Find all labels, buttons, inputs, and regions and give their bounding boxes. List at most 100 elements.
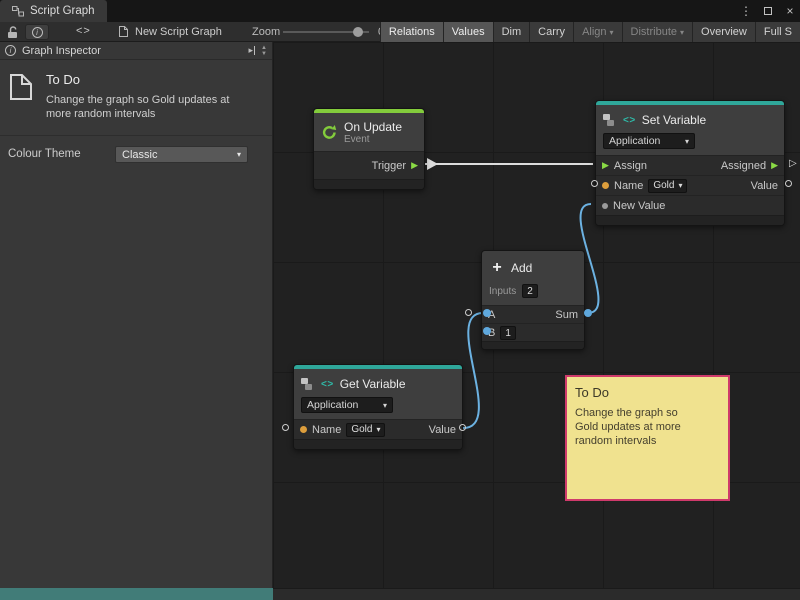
distribute-button[interactable]: Distribute▾ [622, 22, 692, 42]
distribute-label: Distribute [631, 26, 677, 38]
variable-scope-dropdown[interactable]: Application ▾ [301, 397, 393, 413]
dropdown-arrow-icon: ▾ [680, 28, 684, 37]
name-input-port[interactable] [300, 426, 307, 433]
lock-icon[interactable] [7, 26, 19, 39]
variables-icon [603, 114, 617, 127]
node-on-update[interactable]: On Update Event Trigger ▶ [313, 108, 425, 190]
variable-scope-value: Application [307, 399, 358, 411]
name-input-port[interactable] [602, 182, 609, 189]
todo-summary: To Do Change the graph so Gold updates a… [0, 60, 272, 129]
add-b-input-port[interactable] [483, 327, 491, 335]
dropdown-arrow-icon: ▾ [678, 181, 682, 190]
variable-name-dropdown[interactable]: Gold ▾ [346, 423, 385, 437]
tab-script-graph[interactable]: Script Graph [0, 0, 107, 22]
bottom-bar [0, 588, 800, 600]
variable-scope-value: Application [609, 135, 660, 147]
relations-button[interactable]: Relations [380, 22, 443, 42]
setvariable-left-port[interactable] [591, 180, 598, 187]
fullscreen-button[interactable]: Full S [755, 22, 800, 42]
inputs-label: Inputs [489, 286, 516, 297]
code-icon: <> [321, 379, 334, 390]
carry-button[interactable]: Carry [529, 22, 573, 42]
dim-label: Dim [502, 26, 522, 38]
b-value-field[interactable]: 1 [500, 326, 516, 340]
info-icon: i [5, 45, 16, 56]
assigned-port-label: Assigned [721, 160, 766, 172]
plus-icon: + [489, 260, 505, 276]
assign-input-port[interactable]: ▶ [602, 161, 609, 170]
variable-scope-dropdown[interactable]: Application ▾ [603, 133, 695, 149]
sticky-note-icon [8, 72, 34, 102]
window-close-icon[interactable]: × [784, 4, 796, 18]
carry-label: Carry [538, 26, 565, 38]
variable-name-dropdown[interactable]: Gold ▾ [648, 179, 687, 193]
divider [0, 135, 272, 136]
toolbar-toggle-buttons: Relations Values Dim Carry Align▾ Distri… [380, 22, 800, 42]
dock-arrow: ▸ [249, 45, 254, 56]
graph-toolbar: i <> New Script Graph Zoom 0.9x Relation… [0, 22, 800, 42]
node-set-variable[interactable]: <> Set Variable Application ▾ ▶ Assign A… [595, 100, 785, 226]
inputs-count-field[interactable]: 2 [522, 284, 538, 298]
window-menu-icon[interactable]: ⋮ [740, 4, 752, 18]
loop-event-icon [321, 124, 338, 141]
sticky-note-title: To Do [575, 385, 720, 400]
code-view-icon[interactable]: <> [76, 25, 91, 37]
sticky-note[interactable]: To Do Change the graph so Gold updates a… [565, 375, 730, 501]
relations-label: Relations [389, 26, 435, 38]
node-get-variable[interactable]: <> Get Variable Application ▾ Name Gold … [293, 364, 463, 450]
fullscreen-label: Full S [764, 26, 792, 38]
setvariable-value-output-port[interactable] [785, 180, 792, 187]
colour-theme-value: Classic [122, 149, 157, 161]
align-button[interactable]: Align▾ [573, 22, 621, 42]
sticky-note-text: Change the graph so Gold updates at more… [575, 406, 703, 448]
zoom-slider-handle[interactable] [353, 27, 363, 37]
align-label: Align [582, 26, 606, 38]
node-title: Set Variable [642, 113, 706, 127]
assigned-output-port[interactable]: ▶ [771, 161, 778, 170]
graph-inspector-title: Graph Inspector [22, 45, 101, 57]
values-button[interactable]: Values [443, 22, 493, 42]
node-footer [482, 341, 584, 349]
tab-bar: Script Graph ⋮ × [0, 0, 800, 22]
sum-port-label: Sum [555, 309, 578, 321]
name-port-label: Name [312, 424, 341, 436]
assign-port-label: Assign [614, 160, 647, 172]
code-icon: <> [623, 115, 636, 126]
node-add[interactable]: + Add Inputs 2 A Sum B 1 [481, 250, 585, 350]
window-maximize-icon[interactable] [762, 7, 774, 15]
getvariable-value-output-port[interactable] [459, 424, 466, 431]
colour-theme-dropdown[interactable]: Classic ▾ [115, 146, 248, 163]
colour-theme-row: Colour Theme Classic ▾ [0, 146, 272, 164]
info-icon: i [32, 27, 43, 38]
trigger-output-port[interactable]: ▶ [411, 161, 418, 170]
add-sum-output-port[interactable] [584, 309, 592, 317]
node-footer [596, 215, 784, 225]
dropdown-arrow-icon: ▾ [376, 425, 380, 434]
new-value-port-label: New Value [613, 200, 665, 212]
value-connection-getvariable-add[interactable] [463, 313, 483, 428]
name-port-label: Name [614, 180, 643, 192]
zoom-label: Zoom [252, 26, 280, 38]
window-controls: ⋮ × [740, 0, 796, 22]
values-label: Values [452, 26, 485, 38]
inspector-toggle-button[interactable]: i [25, 24, 49, 40]
dropdown-arrow-icon: ▾ [685, 137, 689, 146]
add-a-input-port[interactable] [483, 309, 491, 317]
getvariable-left-port[interactable] [282, 424, 289, 431]
graph-name: New Script Graph [118, 25, 222, 38]
dock-icon[interactable]: ▸ [249, 45, 256, 56]
graph-canvas[interactable]: On Update Event Trigger ▶ <> Set Variabl… [273, 42, 800, 588]
assigned-flow-indicator-icon: ▷ [789, 159, 797, 169]
maximize-glyph [764, 7, 772, 15]
script-graph-icon [12, 6, 24, 17]
dim-button[interactable]: Dim [493, 22, 530, 42]
node-subtitle: Event [344, 134, 402, 145]
graph-inspector-header: i Graph Inspector ▸ ▲ ▼ [0, 42, 272, 60]
zoom-slider[interactable] [283, 22, 369, 42]
new-value-input-port[interactable] [602, 203, 608, 209]
unity-script-graph-window: Script Graph ⋮ × i <> New Script Graph Z… [0, 0, 800, 600]
scroll-down-icon[interactable]: ▼ [261, 51, 267, 57]
overview-button[interactable]: Overview [692, 22, 755, 42]
add-a-outer-port[interactable] [465, 309, 472, 316]
variables-icon [301, 378, 315, 391]
